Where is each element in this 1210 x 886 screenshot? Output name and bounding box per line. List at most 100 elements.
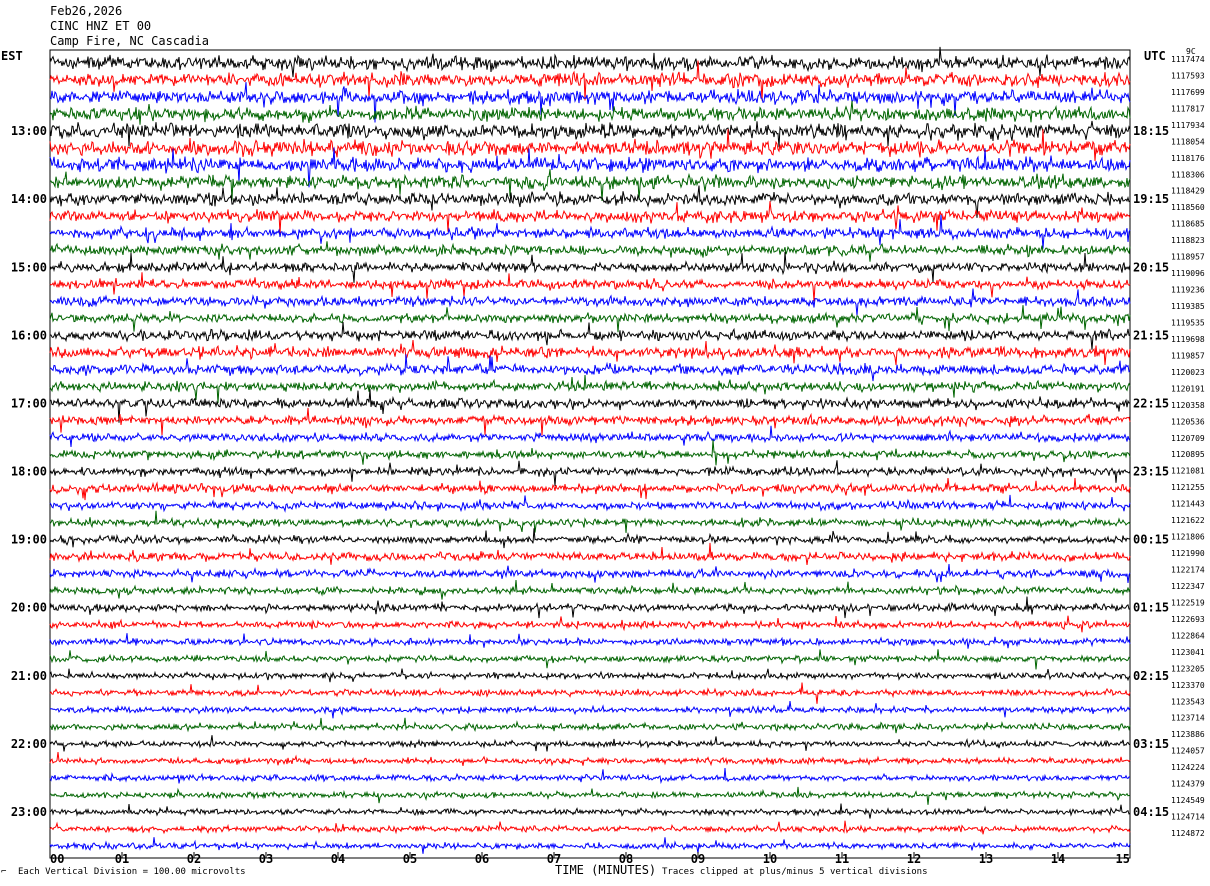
- row-value-label: 1117934: [1171, 121, 1205, 130]
- right-hour-label: 03:15: [1133, 737, 1169, 751]
- trace-line-46: [49, 837, 1131, 854]
- x-tick-label: 02: [187, 852, 201, 866]
- right-timezone-label: UTC: [1144, 49, 1166, 63]
- row-value-labels: 1117474 1117593 1117699 1117817 1117934 11180…: [1171, 55, 1205, 838]
- trace-line-3: [49, 100, 1131, 125]
- x-tick-label: 06: [475, 852, 489, 866]
- scale-note: Each Vertical Division = 100.00 microvol…: [18, 867, 246, 877]
- row-value-label: 1124714: [1171, 813, 1205, 822]
- trace-line-28: [49, 528, 1131, 549]
- row-value-label: 1119236: [1171, 286, 1205, 295]
- x-tick-label: 01: [115, 852, 129, 866]
- trace-line-40: [49, 735, 1131, 752]
- trace-line-12: [49, 251, 1131, 283]
- left-hour-label: 18:00: [11, 465, 47, 479]
- row-value-label: 1122347: [1171, 582, 1205, 591]
- trace-line-44: [49, 803, 1131, 819]
- trace-line-33: [49, 615, 1131, 633]
- row-value-label: 1124057: [1171, 747, 1205, 756]
- row-value-label: 1118176: [1171, 154, 1205, 163]
- row-value-label: 1117593: [1171, 71, 1205, 80]
- left-hour-label: 16:00: [11, 328, 47, 342]
- x-axis-label: TIME (MINUTES): [555, 863, 657, 877]
- right-hour-labels: 18:15 19:15 20:15 21:15 22:15 23:15 00:15 01:15…: [1133, 124, 1169, 819]
- clip-note: Traces clipped at plus/minus 5 vertical …: [662, 867, 928, 877]
- trace-line-26: [49, 494, 1131, 513]
- trace-line-38: [49, 701, 1131, 719]
- trace-line-15: [49, 305, 1131, 333]
- row-value-label: 1119698: [1171, 335, 1205, 344]
- row-value-label: 1121443: [1171, 500, 1205, 509]
- row-value-label: 1121622: [1171, 516, 1205, 525]
- row-value-label: 1123370: [1171, 681, 1205, 690]
- left-hour-label: 20:00: [11, 601, 47, 615]
- row-value-label: 1117699: [1171, 88, 1205, 97]
- right-hour-label: 20:15: [1133, 260, 1169, 274]
- row-value-label: 1118823: [1171, 236, 1205, 245]
- trace-line-7: [49, 169, 1131, 202]
- helicorder-plot: 13:00 14:00 15:00 16:00 17:00 18:00 19:00 20:00…: [11, 46, 1205, 866]
- row-value-label: 1122864: [1171, 631, 1205, 640]
- trace-line-5: [49, 129, 1131, 162]
- row-value-label: 1123714: [1171, 714, 1205, 723]
- trace-line-11: [49, 241, 1131, 262]
- x-tick-label: 03: [259, 852, 273, 866]
- row-value-label: 1123041: [1171, 648, 1205, 657]
- row-value-label: 1122519: [1171, 598, 1205, 607]
- right-hour-label: 02:15: [1133, 669, 1169, 683]
- trace-line-22: [49, 425, 1131, 448]
- trace-line-37: [49, 682, 1131, 704]
- left-hour-label: 13:00: [11, 124, 47, 138]
- row-value-label: 1121081: [1171, 467, 1205, 476]
- x-tick-label: 12: [907, 852, 921, 866]
- trace-line-19: [49, 374, 1131, 404]
- x-tick-label: 14: [1051, 852, 1065, 866]
- trace-line-31: [49, 580, 1131, 600]
- left-hour-labels: 13:00 14:00 15:00 16:00 17:00 18:00 19:00 20:00…: [11, 124, 47, 819]
- footer-origin-mark: ⌐: [1, 867, 7, 877]
- row-value-label: 1123205: [1171, 664, 1205, 673]
- right-hour-label: 21:15: [1133, 328, 1169, 342]
- row-value-label: 1120358: [1171, 401, 1205, 410]
- row-value-label: 1123886: [1171, 730, 1205, 739]
- row-value-label: 1117817: [1171, 104, 1205, 113]
- trace-line-43: [49, 786, 1131, 805]
- header-date: Feb26,2026: [50, 4, 123, 18]
- x-tick-label: 00: [50, 852, 64, 866]
- trace-line-21: [49, 407, 1131, 436]
- row-value-label: 1120023: [1171, 368, 1205, 377]
- row-value-label: 1121990: [1171, 549, 1205, 558]
- x-tick-label: 04: [331, 852, 345, 866]
- right-hour-label: 00:15: [1133, 533, 1169, 547]
- row-value-label: 1123543: [1171, 697, 1205, 706]
- row-value-label: 1120536: [1171, 417, 1205, 426]
- row-value-label: 1124872: [1171, 829, 1205, 838]
- row-value-label: 1122174: [1171, 566, 1205, 575]
- trace-line-32: [49, 596, 1131, 619]
- trace-line-29: [49, 542, 1131, 565]
- header-channel: CINC HNZ ET 00: [50, 19, 152, 33]
- left-hour-label: 22:00: [11, 737, 47, 751]
- x-tick-label: 09: [691, 852, 705, 866]
- row-value-label: 1120895: [1171, 450, 1205, 459]
- trace-line-35: [49, 649, 1131, 670]
- left-hour-label: 23:00: [11, 805, 47, 819]
- left-hour-label: 17:00: [11, 396, 47, 410]
- row-value-label: 1119857: [1171, 351, 1205, 360]
- trace-line-17: [49, 340, 1131, 366]
- trace-line-25: [49, 477, 1131, 501]
- left-hour-label: 21:00: [11, 669, 47, 683]
- left-hour-label: 19:00: [11, 533, 47, 547]
- x-tick-label: 11: [835, 852, 849, 866]
- right-hour-label: 18:15: [1133, 124, 1169, 138]
- x-tick-label: 13: [979, 852, 993, 866]
- trace-line-24: [49, 460, 1131, 487]
- trace-line-30: [49, 563, 1131, 583]
- row-value-label: 1119535: [1171, 318, 1205, 327]
- row-value-label: 1118957: [1171, 253, 1205, 262]
- x-tick-label: 15: [1116, 852, 1130, 866]
- x-tick-label: 05: [403, 852, 417, 866]
- trace-line-27: [49, 510, 1131, 533]
- left-timezone-label: EST: [1, 49, 23, 63]
- corner-mark: 9C: [1186, 47, 1196, 56]
